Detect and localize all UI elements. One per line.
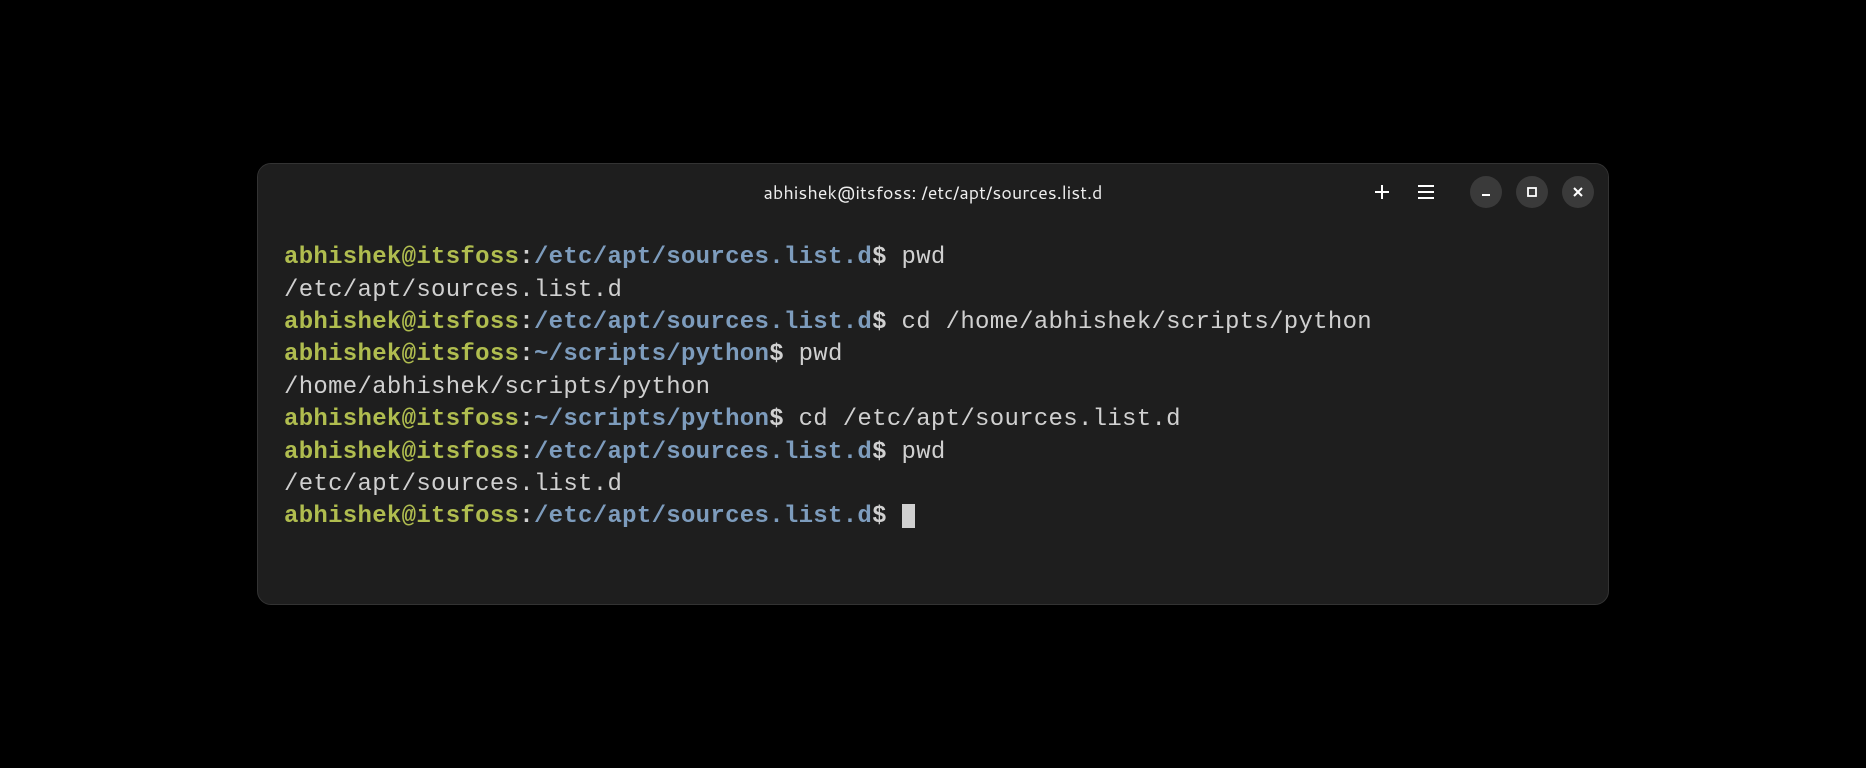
close-button[interactable] <box>1562 176 1594 208</box>
menu-button[interactable] <box>1414 180 1438 204</box>
close-icon <box>1572 186 1584 198</box>
prompt-userhost: abhishek@itsfoss <box>284 309 519 336</box>
prompt-path: ~/scripts/python <box>534 341 769 368</box>
prompt-symbol: $ <box>769 341 798 368</box>
prompt-userhost: abhishek@itsfoss <box>284 439 519 466</box>
prompt-path: ~/scripts/python <box>534 406 769 433</box>
terminal-cursor <box>902 504 915 528</box>
new-tab-button[interactable] <box>1370 180 1394 204</box>
command-text: cd /home/abhishek/scripts/python <box>902 309 1372 336</box>
prompt-path: /etc/apt/sources.list.d <box>534 439 872 466</box>
window-title: abhishek@itsfoss: /etc/apt/sources.list.… <box>764 179 1103 205</box>
output-line: /etc/apt/sources.list.d <box>284 275 1582 307</box>
command-text: cd /etc/apt/sources.list.d <box>799 406 1181 433</box>
prompt-line: abhishek@itsfoss:/etc/apt/sources.list.d… <box>284 437 1582 469</box>
prompt-path: /etc/apt/sources.list.d <box>534 503 872 530</box>
prompt-separator: : <box>519 244 534 271</box>
prompt-separator: : <box>519 341 534 368</box>
prompt-symbol: $ <box>872 244 901 271</box>
terminal-window: abhishek@itsfoss: /etc/apt/sources.list.… <box>257 163 1609 605</box>
prompt-line: abhishek@itsfoss:~/scripts/python$ pwd <box>284 339 1582 371</box>
hamburger-icon <box>1417 185 1435 199</box>
minimize-icon <box>1480 186 1492 198</box>
prompt-separator: : <box>519 406 534 433</box>
output-text: /etc/apt/sources.list.d <box>284 471 622 498</box>
prompt-path: /etc/apt/sources.list.d <box>534 309 872 336</box>
command-text: pwd <box>902 244 946 271</box>
window-buttons <box>1470 176 1594 208</box>
prompt-separator: : <box>519 503 534 530</box>
prompt-separator: : <box>519 439 534 466</box>
prompt-symbol: $ <box>872 503 901 530</box>
prompt-symbol: $ <box>769 406 798 433</box>
prompt-line: abhishek@itsfoss:~/scripts/python$ cd /e… <box>284 404 1582 436</box>
prompt-path: /etc/apt/sources.list.d <box>534 244 872 271</box>
prompt-line: abhishek@itsfoss:/etc/apt/sources.list.d… <box>284 501 1582 533</box>
output-line: /etc/apt/sources.list.d <box>284 469 1582 501</box>
command-text: pwd <box>799 341 843 368</box>
output-text: /etc/apt/sources.list.d <box>284 277 622 304</box>
plus-icon <box>1373 183 1391 201</box>
titlebar-controls <box>1370 176 1594 208</box>
prompt-userhost: abhishek@itsfoss <box>284 244 519 271</box>
prompt-userhost: abhishek@itsfoss <box>284 406 519 433</box>
output-line: /home/abhishek/scripts/python <box>284 372 1582 404</box>
prompt-symbol: $ <box>872 309 901 336</box>
prompt-line: abhishek@itsfoss:/etc/apt/sources.list.d… <box>284 307 1582 339</box>
command-text: pwd <box>902 439 946 466</box>
minimize-button[interactable] <box>1470 176 1502 208</box>
output-text: /home/abhishek/scripts/python <box>284 374 710 401</box>
maximize-button[interactable] <box>1516 176 1548 208</box>
terminal-body[interactable]: abhishek@itsfoss:/etc/apt/sources.list.d… <box>258 220 1608 604</box>
prompt-symbol: $ <box>872 439 901 466</box>
prompt-line: abhishek@itsfoss:/etc/apt/sources.list.d… <box>284 242 1582 274</box>
titlebar: abhishek@itsfoss: /etc/apt/sources.list.… <box>258 164 1608 220</box>
maximize-icon <box>1526 186 1538 198</box>
prompt-separator: : <box>519 309 534 336</box>
prompt-userhost: abhishek@itsfoss <box>284 503 519 530</box>
prompt-userhost: abhishek@itsfoss <box>284 341 519 368</box>
